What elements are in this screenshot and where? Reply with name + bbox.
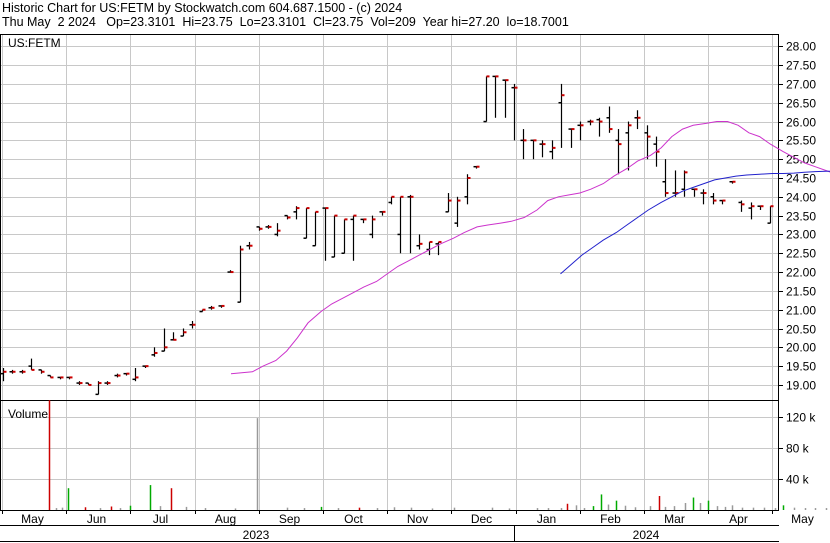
price-tick-label: 24.00 <box>786 191 816 205</box>
price-tick-label: 27.50 <box>786 59 816 73</box>
volume-tick-label: 120 k <box>786 411 816 425</box>
month-label: May <box>21 512 44 526</box>
price-tick-label: 21.00 <box>786 304 816 318</box>
price-panel-frame <box>0 34 779 401</box>
month-label: Jan <box>537 512 556 526</box>
volume-bars <box>48 400 828 510</box>
price-tick-label: 19.50 <box>786 360 816 374</box>
volume-tick-label: 40 k <box>786 473 810 487</box>
price-tick-label: 25.00 <box>786 153 816 167</box>
month-label: Feb <box>600 512 621 526</box>
price-tick-label: 26.00 <box>786 116 816 130</box>
stock-chart: US:FETM Volume 28.00 27.50 27.00 26.50 26.00… <box>0 34 830 542</box>
month-label: May <box>791 512 814 526</box>
price-tick-label: 23.50 <box>786 210 816 224</box>
month-label: Apr <box>729 512 748 526</box>
month-label: Jul <box>153 512 168 526</box>
price-tick-label: 26.50 <box>786 97 816 111</box>
volume-title: Volume <box>8 407 48 421</box>
price-tick-label: 20.50 <box>786 323 816 337</box>
price-tick-label: 25.50 <box>786 134 816 148</box>
price-tick-label: 19.00 <box>786 379 816 393</box>
month-label: Aug <box>215 512 236 526</box>
price-tick-label: 23.00 <box>786 228 816 242</box>
month-label: Oct <box>344 512 363 526</box>
chart-title: US:FETM <box>8 36 61 50</box>
volume-tick-label: 80 k <box>786 442 810 456</box>
price-tick-label: 28.00 <box>786 40 816 54</box>
price-axis: 28.0027.5027.0026.5026.0025.5025.0024.50… <box>779 40 816 393</box>
month-label: Jun <box>87 512 106 526</box>
month-label: Nov <box>407 512 428 526</box>
volume-axis: 120 k 80 k 40 k <box>779 411 816 487</box>
price-tick-label: 22.00 <box>786 266 816 280</box>
month-label: Mar <box>664 512 685 526</box>
price-tick-label: 22.50 <box>786 247 816 261</box>
price-tick-label: 27.00 <box>786 78 816 92</box>
year-label: 2024 <box>633 528 660 542</box>
month-label: Sep <box>279 512 301 526</box>
price-tick-label: 20.00 <box>786 341 816 355</box>
year-label: 2023 <box>243 528 270 542</box>
price-tick-label: 21.50 <box>786 285 816 299</box>
month-label: Dec <box>471 512 492 526</box>
